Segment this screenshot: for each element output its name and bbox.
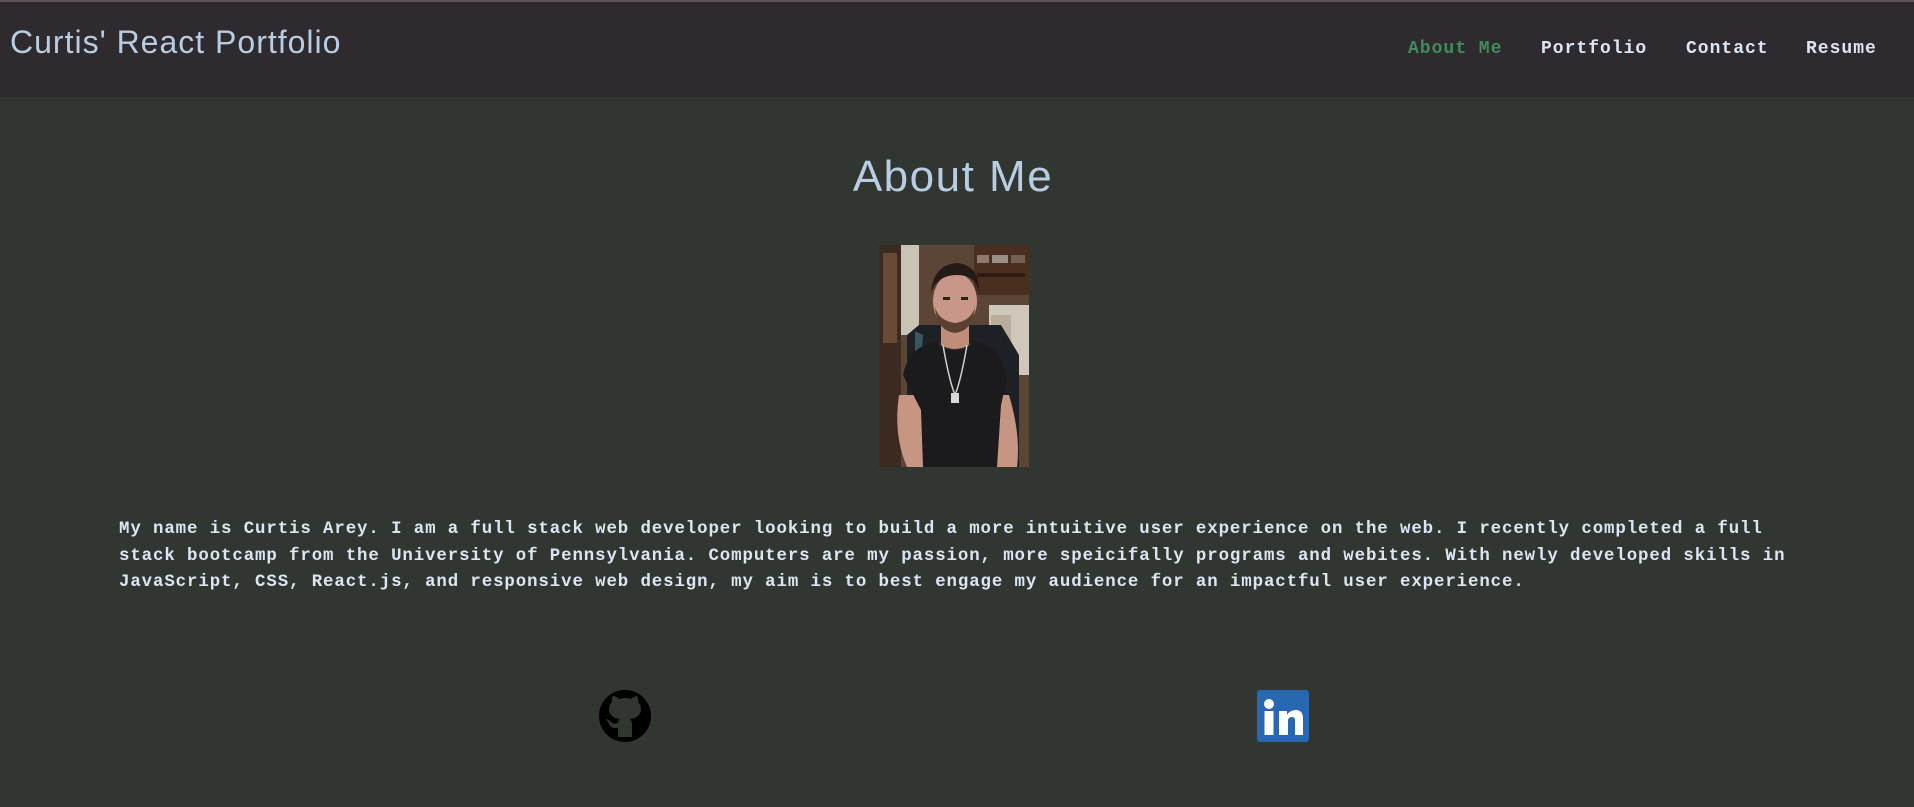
nav-portfolio[interactable]: Portfolio <box>1541 39 1647 59</box>
site-brand[interactable]: Curtis' React Portfolio <box>10 24 341 61</box>
bio-text: My name is Curtis Arey. I am a full stac… <box>119 520 1786 592</box>
nav-about-me[interactable]: About Me <box>1408 39 1502 59</box>
github-link[interactable] <box>599 690 651 742</box>
linkedin-icon <box>1257 690 1309 742</box>
nav-resume[interactable]: Resume <box>1806 39 1877 59</box>
linkedin-link[interactable] <box>1257 690 1309 742</box>
github-icon <box>599 690 651 742</box>
navbar: Curtis' React Portfolio About Me Portfol… <box>0 2 1914 97</box>
nav-contact[interactable]: Contact <box>1686 39 1769 59</box>
page-title: About Me <box>852 152 1054 201</box>
profile-photo <box>879 245 1029 467</box>
